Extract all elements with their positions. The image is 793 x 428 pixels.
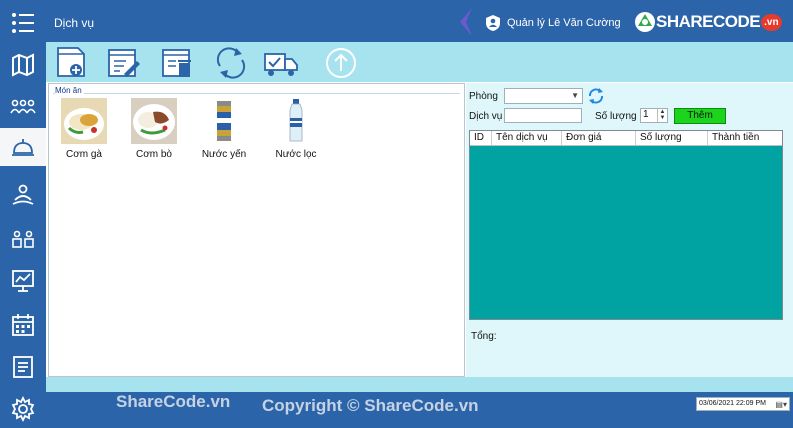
sharecode-logo: SHARECODE .vn (634, 11, 782, 33)
quantity-value: 1 (643, 109, 649, 120)
add-button[interactable]: Thêm (674, 108, 726, 124)
logo-icon (635, 12, 655, 32)
delete-document-icon[interactable] (160, 46, 194, 80)
group-line (53, 93, 460, 94)
menu-panel: Món ăn Cơm gà Cơm bò Nước yến Nước lọc (48, 83, 465, 377)
user-label[interactable]: Quản lý Lê Văn Cường (507, 17, 621, 29)
top-bar: Dịch vụ Quản lý Lê Văn Cường SHARECODE .… (46, 0, 793, 42)
menu-item-label: Cơm gà (65, 149, 102, 160)
chevron-down-icon[interactable]: ▼ (571, 91, 579, 100)
upload-icon[interactable] (324, 46, 358, 80)
copyright-text: Copyright © ShareCode.vn (262, 396, 479, 415)
calendar-icon[interactable] (8, 310, 38, 340)
menu-item-nuoc-loc[interactable]: Nước lọc (265, 98, 327, 160)
chicken-rice-image (61, 98, 107, 144)
refresh-icon[interactable] (214, 46, 248, 80)
column-header-quantity[interactable]: Số lượng (636, 131, 708, 145)
sidebar (0, 0, 46, 428)
service-label: Dịch vụ (469, 111, 503, 122)
beef-rice-image (131, 98, 177, 144)
quantity-label: Số lượng (595, 111, 637, 122)
edit-document-icon[interactable] (106, 46, 140, 80)
menu-item-label: Cơm bò (135, 149, 172, 160)
menu-icon[interactable] (8, 8, 38, 38)
page-title: Dịch vụ (54, 16, 95, 30)
total-label: Tổng: (471, 331, 497, 342)
quantity-stepper[interactable]: 1 ▲ ▼ (640, 108, 668, 123)
order-grid[interactable]: ID Tên dịch vụ Đơn giá Số lượng Thành ti… (469, 130, 783, 320)
customers-icon[interactable] (8, 92, 38, 122)
service-input[interactable] (504, 108, 582, 123)
calendar-dropdown-icon[interactable]: ▤▾ (775, 399, 787, 411)
menu-item-com-bo[interactable]: Cơm bò (123, 98, 185, 160)
add-document-icon[interactable] (54, 46, 88, 80)
logo-suffix: .vn (761, 13, 782, 31)
collapse-chevron-icon[interactable] (460, 8, 472, 36)
menu-item-label: Nước yến (201, 149, 247, 160)
statistics-icon[interactable] (8, 266, 38, 296)
refresh-room-icon[interactable] (587, 87, 605, 105)
column-header-unit-price[interactable]: Đơn giá (562, 131, 636, 145)
datetime-value: 03/06/2021 22:09 PM (699, 400, 766, 407)
water-bottle-image (289, 99, 303, 142)
logo-text: SHARECODE (656, 12, 761, 31)
rooms-icon[interactable] (8, 224, 38, 254)
status-bar: ShareCode.vn Copyright © ShareCode.vn 03… (46, 392, 793, 428)
toolbar (46, 42, 793, 82)
report-icon[interactable] (8, 352, 38, 382)
column-header-amount[interactable]: Thành tiền (708, 131, 782, 145)
bird-nest-drink-image (217, 101, 231, 141)
column-header-service-name[interactable]: Tên dịch vụ (492, 131, 562, 145)
staff-icon[interactable] (8, 180, 38, 210)
room-label: Phòng (469, 91, 498, 102)
stepper-arrows-icon[interactable]: ▲ ▼ (657, 109, 667, 122)
order-panel: Phòng ▼ Dịch vụ Số lượng 1 ▲ ▼ Thêm ID Tê… (466, 83, 793, 377)
bottom-strip (46, 377, 793, 392)
settings-icon[interactable] (8, 394, 38, 424)
menu-item-nuoc-yen[interactable]: Nước yến (193, 98, 255, 160)
menu-item-com-ga[interactable]: Cơm gà (53, 98, 115, 160)
service-bell-icon[interactable] (8, 132, 38, 162)
watermark-text: ShareCode.vn (116, 392, 231, 411)
grid-header: ID Tên dịch vụ Đơn giá Số lượng Thành ti… (470, 131, 782, 146)
menu-item-label: Nước lọc (275, 149, 317, 160)
room-select[interactable]: ▼ (504, 88, 583, 104)
column-header-id[interactable]: ID (470, 131, 492, 145)
delivery-check-icon[interactable] (264, 46, 298, 80)
user-shield-icon (486, 15, 500, 31)
group-label: Món ăn (55, 86, 84, 95)
map-icon[interactable] (8, 50, 38, 80)
datetime-picker[interactable]: 03/06/2021 22:09 PM ▤▾ (696, 397, 790, 411)
